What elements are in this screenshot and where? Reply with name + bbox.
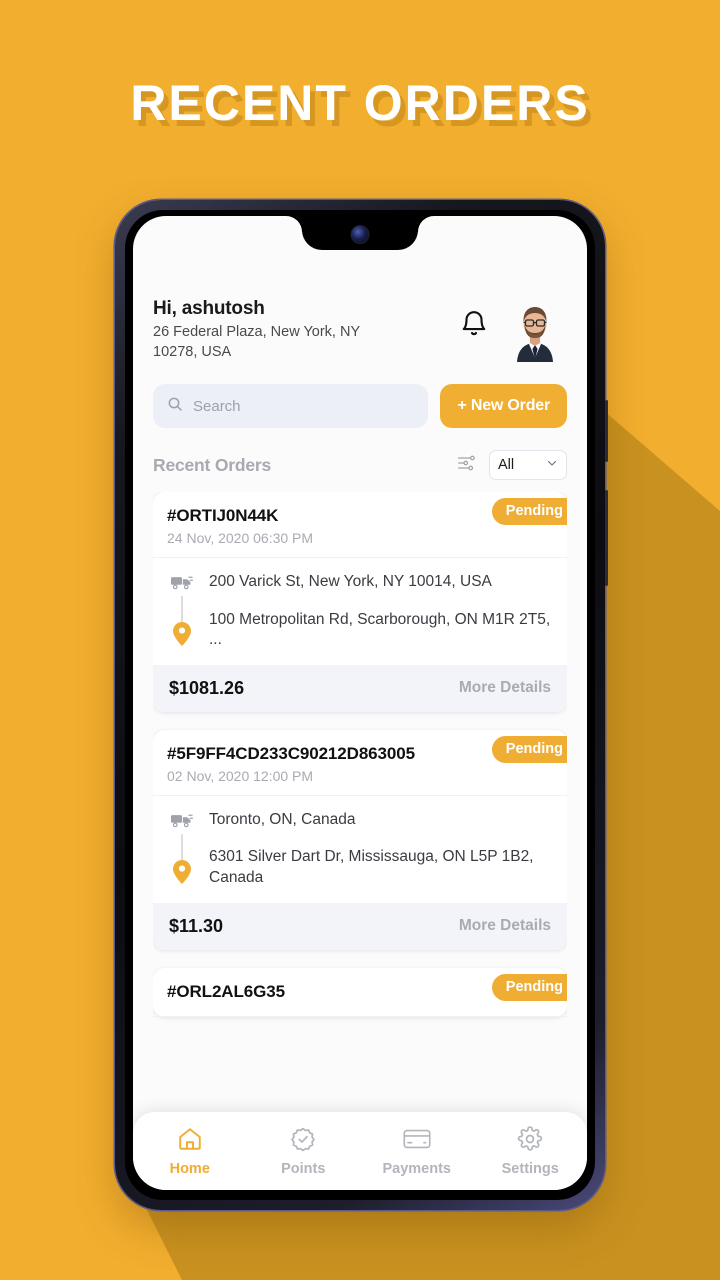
route-indicator bbox=[169, 572, 195, 651]
gear-icon bbox=[517, 1125, 543, 1156]
order-list[interactable]: #ORTIJ0N44K 24 Nov, 2020 06:30 PM Pendin… bbox=[153, 492, 567, 1190]
status-badge: Pending bbox=[491, 735, 567, 763]
order-card[interactable]: #ORTIJ0N44K 24 Nov, 2020 06:30 PM Pendin… bbox=[153, 492, 567, 712]
nav-item-home[interactable]: Home bbox=[133, 1126, 247, 1177]
location-pin-icon bbox=[173, 621, 191, 651]
order-id: #5F9FF4CD233C90212D863005 bbox=[167, 743, 415, 763]
pickup-address: 200 Varick St, New York, NY 10014, USA bbox=[209, 572, 492, 590]
search-row: Search + New Order bbox=[153, 384, 567, 429]
credit-card-icon bbox=[403, 1126, 431, 1156]
section-title: Recent Orders bbox=[153, 454, 272, 475]
search-placeholder: Search bbox=[193, 397, 241, 415]
bottom-navigation: Home Points Payments Settings bbox=[133, 1112, 587, 1190]
bell-icon[interactable] bbox=[459, 308, 489, 345]
badge-check-icon bbox=[290, 1126, 316, 1156]
new-order-button[interactable]: + New Order bbox=[440, 384, 567, 429]
section-bar: Recent Orders All bbox=[153, 450, 567, 481]
truck-icon bbox=[171, 575, 193, 596]
phone-screen: Hi, ashutosh 26 Federal Plaza, New York,… bbox=[133, 216, 587, 1190]
order-price: $11.30 bbox=[169, 915, 224, 936]
truck-icon bbox=[171, 813, 193, 834]
search-icon bbox=[167, 396, 183, 417]
order-date: 24 Nov, 2020 06:30 PM bbox=[167, 529, 314, 546]
pickup-address: Toronto, ON, Canada bbox=[209, 810, 356, 828]
status-badge: Pending bbox=[491, 973, 567, 1001]
order-card-footer: $11.30 More Details bbox=[153, 902, 567, 950]
nav-label-settings: Settings bbox=[501, 1160, 559, 1177]
order-addresses: Toronto, ON, Canada 6301 Silver Dart Dr,… bbox=[209, 810, 553, 889]
order-card-footer: $1081.26 More Details bbox=[153, 664, 567, 712]
filter-sliders-icon[interactable] bbox=[457, 453, 477, 478]
dropoff-address: 100 Metropolitan Rd, Scarborough, ON M1R… bbox=[209, 610, 551, 649]
route-line bbox=[181, 833, 183, 860]
route-line bbox=[181, 595, 183, 622]
dropoff-address: 6301 Silver Dart Dr, Mississauga, ON L5P… bbox=[209, 848, 534, 887]
search-input[interactable]: Search bbox=[153, 384, 429, 429]
phone-bezel: Hi, ashutosh 26 Federal Plaza, New York,… bbox=[125, 210, 595, 1200]
power-button[interactable] bbox=[605, 400, 608, 462]
nav-item-payments[interactable]: Payments bbox=[360, 1126, 474, 1177]
order-card-header: #ORTIJ0N44K 24 Nov, 2020 06:30 PM Pendin… bbox=[153, 492, 567, 558]
more-details-link[interactable]: More Details bbox=[459, 679, 551, 697]
page-title: RECENT ORDERS bbox=[130, 75, 590, 131]
nav-item-points[interactable]: Points bbox=[247, 1126, 361, 1177]
order-filter-select[interactable]: All bbox=[489, 450, 567, 481]
nav-label-home: Home bbox=[169, 1160, 210, 1177]
location-pin-icon bbox=[173, 859, 191, 889]
user-address: 26 Federal Plaza, New York, NY 10278, US… bbox=[153, 324, 360, 360]
order-card[interactable]: #5F9FF4CD233C90212D863005 02 Nov, 2020 1… bbox=[153, 729, 567, 950]
order-addresses: 200 Varick St, New York, NY 10014, USA 1… bbox=[209, 572, 553, 651]
order-route: Toronto, ON, Canada 6301 Silver Dart Dr,… bbox=[153, 796, 567, 903]
app-content: Hi, ashutosh 26 Federal Plaza, New York,… bbox=[133, 216, 587, 1190]
avatar[interactable] bbox=[503, 300, 567, 362]
more-details-link[interactable]: More Details bbox=[459, 917, 551, 935]
status-badge: Pending bbox=[491, 498, 567, 526]
order-price: $1081.26 bbox=[169, 677, 245, 698]
phone-device: Hi, ashutosh 26 Federal Plaza, New York,… bbox=[115, 200, 608, 1210]
order-id: #ORL2AL6G35 bbox=[167, 981, 285, 1001]
order-date: 02 Nov, 2020 12:00 PM bbox=[167, 767, 314, 784]
order-route: 200 Varick St, New York, NY 10014, USA 1… bbox=[153, 558, 567, 665]
order-card[interactable]: #ORL2AL6G35 Pending bbox=[153, 967, 567, 1018]
greeting-text: Hi, ashutosh bbox=[153, 298, 265, 319]
order-card-header: #5F9FF4CD233C90212D863005 02 Nov, 2020 1… bbox=[153, 730, 567, 796]
order-id: #ORTIJ0N44K bbox=[167, 506, 279, 526]
order-card-header: #ORL2AL6G35 Pending bbox=[153, 968, 567, 1018]
home-icon bbox=[177, 1126, 203, 1156]
filter-value: All bbox=[498, 457, 515, 474]
nav-item-settings[interactable]: Settings bbox=[474, 1125, 588, 1177]
volume-button[interactable] bbox=[605, 490, 608, 586]
front-camera-icon bbox=[350, 225, 370, 244]
nav-label-points: Points bbox=[281, 1160, 326, 1177]
route-indicator bbox=[169, 810, 195, 889]
list-fade-mask bbox=[133, 1096, 587, 1112]
chevron-down-icon bbox=[546, 457, 558, 473]
greeting-block: Hi, ashutosh 26 Federal Plaza, New York,… bbox=[153, 298, 449, 362]
nav-label-payments: Payments bbox=[382, 1160, 451, 1177]
